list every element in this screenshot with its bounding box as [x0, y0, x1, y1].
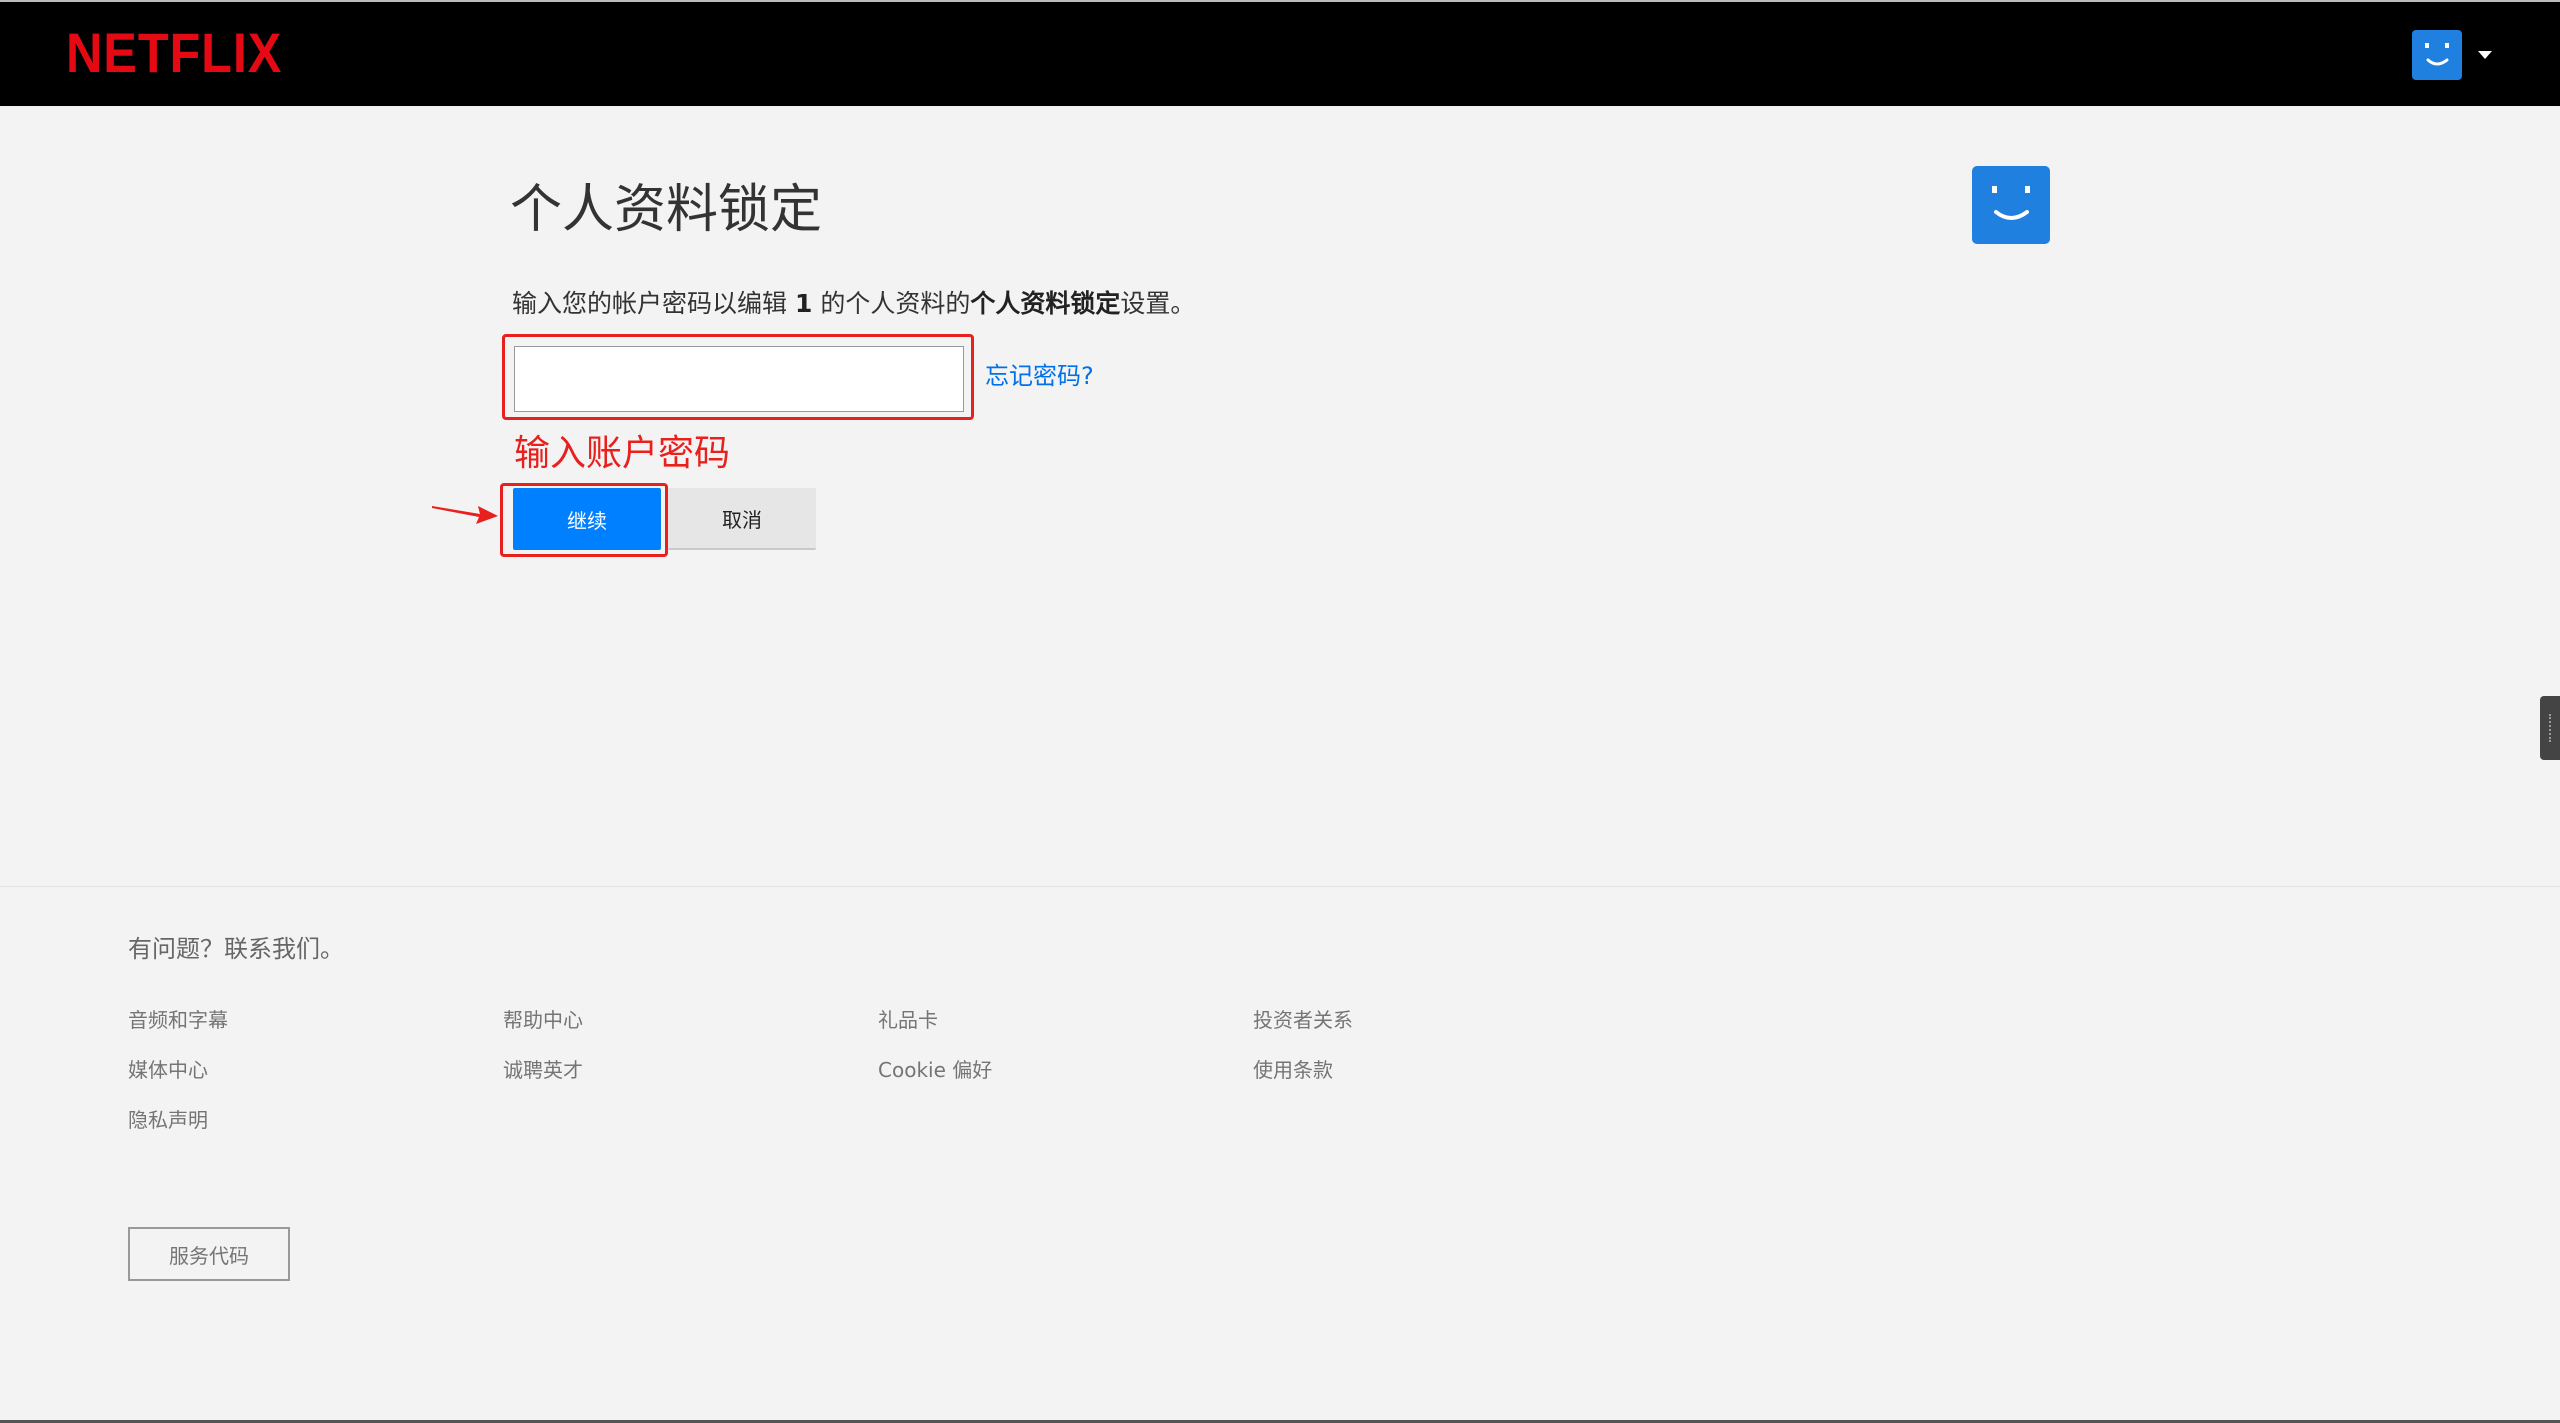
footer-link-cookie-preferences[interactable]: Cookie 偏好: [878, 1055, 992, 1085]
password-input[interactable]: [514, 346, 964, 412]
instructions-text: 输入您的帐户密码以编辑 1 的个人资料的个人资料锁定设置。: [512, 284, 1195, 324]
footer: 有问题？联系我们。 音频和字幕 帮助中心 礼品卡 投资者关系 媒体中心 诚聘英才…: [0, 886, 2560, 1423]
footer-link-help-center[interactable]: 帮助中心: [503, 1005, 583, 1035]
profile-count: 1: [794, 289, 813, 318]
cancel-button[interactable]: 取消: [668, 488, 816, 550]
footer-link-jobs[interactable]: 诚聘英才: [503, 1055, 583, 1085]
smiley-avatar-icon[interactable]: [2412, 30, 2462, 80]
netflix-logo[interactable]: NETFLIX: [66, 20, 282, 86]
footer-link-privacy[interactable]: 隐私声明: [128, 1105, 208, 1135]
footer-link-audio-subtitles[interactable]: 音频和字幕: [128, 1005, 228, 1035]
instructions-suffix: 设置。: [1120, 289, 1196, 318]
profile-lock-page: 个人资料锁定 输入您的帐户密码以编辑 1 的个人资料的个人资料锁定设置。 忘记密…: [0, 106, 2560, 886]
service-code-button[interactable]: 服务代码: [128, 1227, 290, 1281]
footer-link-media-center[interactable]: 媒体中心: [128, 1055, 208, 1085]
contact-us-text[interactable]: 有问题？联系我们。: [128, 931, 344, 967]
page-title: 个人资料锁定: [510, 180, 823, 240]
footer-link-gift-cards[interactable]: 礼品卡: [878, 1005, 938, 1035]
top-nav-bar: NETFLIX: [0, 0, 2560, 106]
forgot-password-link[interactable]: 忘记密码?: [985, 358, 1094, 394]
instructions-bold: 个人资料锁定: [970, 289, 1121, 318]
footer-link-investor-relations[interactable]: 投资者关系: [1253, 1005, 1353, 1035]
footer-link-terms-of-use[interactable]: 使用条款: [1253, 1055, 1333, 1085]
annotation-label: 输入账户密码: [514, 433, 731, 474]
continue-button[interactable]: 继续: [513, 488, 661, 550]
caret-down-icon[interactable]: [2478, 51, 2492, 59]
account-menu[interactable]: [2412, 30, 2502, 80]
instructions-mid: 的个人资料的: [820, 289, 971, 318]
instructions-prefix: 输入您的帐户密码以编辑: [512, 289, 788, 318]
side-scroll-handle[interactable]: [2540, 696, 2560, 760]
smiley-avatar-icon: [1972, 166, 2050, 244]
annotation-arrow-icon: [432, 506, 498, 524]
